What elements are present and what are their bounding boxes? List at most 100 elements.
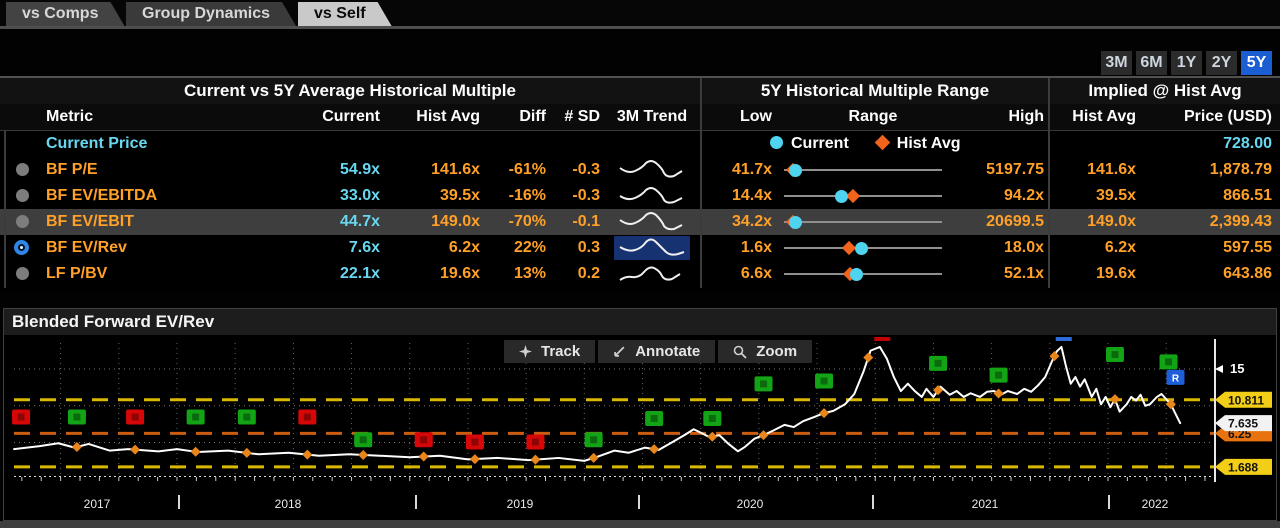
- tab-vs-comps[interactable]: vs Comps: [6, 2, 124, 26]
- high-value: 94.2x: [964, 183, 1048, 209]
- histavg-value: 19.6x: [386, 261, 486, 287]
- current-value: 7.6x: [298, 235, 386, 261]
- period-button-3m[interactable]: 3M: [1101, 51, 1132, 75]
- legend-current-label: Current: [791, 135, 849, 152]
- high-value: 18.0x: [964, 235, 1048, 261]
- col-header-3m-trend: 3M Trend: [604, 104, 700, 130]
- group-header-current-vs-avg: Current vs 5Y Average Historical Multipl…: [0, 78, 700, 104]
- zoom-button[interactable]: Zoom: [718, 340, 812, 363]
- table-row-bf-ev-ebit[interactable]: BF EV/EBIT 44.7x 149.0x -70% -0.1 34.2x …: [0, 209, 1280, 235]
- implied-histavg-value: 19.6x: [1048, 261, 1144, 287]
- current-value: 44.7x: [298, 209, 386, 235]
- tab-bar: vs Comps Group Dynamics vs Self: [0, 0, 1280, 29]
- svg-text:10.811: 10.811: [1228, 393, 1264, 407]
- current-value: 22.1x: [298, 261, 386, 287]
- x-label-2021: 2021: [972, 497, 999, 511]
- diff-value: -16%: [486, 183, 552, 209]
- table-group-headers: Current vs 5Y Average Historical Multipl…: [0, 78, 1280, 104]
- annotate-button[interactable]: Annotate: [598, 340, 715, 363]
- numsd-value: -0.3: [552, 183, 604, 209]
- range-legend: Current Hist Avg: [770, 131, 961, 157]
- low-value: 6.6x: [700, 261, 782, 287]
- track-button[interactable]: Track: [504, 340, 595, 363]
- annotate-icon: [613, 345, 626, 358]
- period-button-2y[interactable]: 2Y: [1206, 51, 1237, 75]
- diff-value: -61%: [486, 157, 552, 183]
- high-value: 5197.75: [964, 157, 1048, 183]
- metric-label: BF EV/EBIT: [42, 209, 298, 235]
- legend-current-dot-icon: [770, 136, 783, 149]
- trend-sparkline-selected: [604, 235, 700, 261]
- svg-text:1.688: 1.688: [1228, 460, 1258, 474]
- range-slider: [784, 183, 944, 209]
- histavg-value: 6.2x: [386, 235, 486, 261]
- current-marker: [789, 216, 802, 229]
- metric-label: BF P/E: [42, 157, 298, 183]
- legend-histavg-diamond-icon: [875, 135, 891, 151]
- high-value: 20699.5: [964, 209, 1048, 235]
- tab-group-dynamics[interactable]: Group Dynamics: [126, 2, 296, 26]
- metric-label: LF P/BV: [42, 261, 298, 287]
- radio-lf-p-bv[interactable]: [16, 267, 29, 280]
- svg-text:R: R: [1172, 373, 1180, 384]
- col-header-price-usd: Price (USD): [1144, 104, 1280, 130]
- legend-histavg-label: Hist Avg: [897, 135, 961, 152]
- table-row-bf-ev-rev[interactable]: BF EV/Rev 7.6x 6.2x 22% 0.3 1.6x 18.0x 6…: [0, 235, 1280, 261]
- trend-sparkline: [604, 261, 700, 287]
- col-header-implied-hist-avg: Hist Avg: [1048, 104, 1144, 130]
- table-left-border: [4, 130, 6, 288]
- period-button-1y[interactable]: 1Y: [1171, 51, 1202, 75]
- radio-bf-ev-ebit[interactable]: [16, 215, 29, 228]
- radio-bf-ev-rev-selected[interactable]: [14, 240, 29, 255]
- histavg-marker: [841, 241, 855, 255]
- col-header-range: Range: [782, 104, 964, 130]
- range-slider: [784, 209, 944, 235]
- table-section-divider: [700, 78, 702, 288]
- chart-x-axis: 2017 2018 2019 2020 2021 2022: [4, 497, 1274, 517]
- table-row-bf-pe[interactable]: BF P/E 54.9x 141.6x -61% -0.3 41.7x 5197…: [0, 157, 1280, 183]
- x-label-2018: 2018: [275, 497, 302, 511]
- table-row-bf-ev-ebitda[interactable]: BF EV/EBITDA 33.0x 39.5x -16% -0.3 14.4x…: [0, 183, 1280, 209]
- range-slider: [784, 157, 944, 183]
- implied-histavg-value: 6.2x: [1048, 235, 1144, 261]
- period-button-5y[interactable]: 5Y: [1241, 51, 1272, 75]
- col-header-hist-avg: Hist Avg: [386, 104, 486, 130]
- current-price-value: 728.00: [1144, 131, 1280, 157]
- tab-vs-self[interactable]: vs Self: [298, 2, 392, 26]
- chart-panel: Blended Forward EV/Rev Track Annotate Zo…: [3, 308, 1277, 521]
- radio-bf-ev-ebitda[interactable]: [16, 189, 29, 202]
- col-header-metric: Metric: [42, 104, 298, 130]
- high-value: 52.1x: [964, 261, 1048, 287]
- trend-sparkline: [604, 209, 700, 235]
- metric-label: BF EV/EBITDA: [42, 183, 298, 209]
- low-value: 34.2x: [700, 209, 782, 235]
- diff-value: 13%: [486, 261, 552, 287]
- current-value: 33.0x: [298, 183, 386, 209]
- x-label-2022: 2022: [1142, 497, 1169, 511]
- zoom-icon: [733, 345, 747, 359]
- col-header-num-sd: # SD: [552, 104, 604, 130]
- col-header-current: Current: [298, 104, 386, 130]
- terminal-screen: vs Comps Group Dynamics vs Self 3M 6M 1Y…: [0, 0, 1280, 528]
- implied-price-value: 866.51: [1144, 183, 1280, 209]
- group-header-range: 5Y Historical Multiple Range: [700, 78, 1048, 104]
- table-row-lf-p-bv[interactable]: LF P/BV 22.1x 19.6x 13% 0.2 6.6x 52.1x 1…: [0, 261, 1280, 287]
- histavg-value: 141.6x: [386, 157, 486, 183]
- radio-bf-pe[interactable]: [16, 163, 29, 176]
- current-marker: [835, 190, 848, 203]
- period-button-6m[interactable]: 6M: [1136, 51, 1167, 75]
- implied-price-value: 643.86: [1144, 261, 1280, 287]
- table-section-divider: [1048, 78, 1050, 288]
- x-label-2019: 2019: [507, 497, 534, 511]
- range-slider: [784, 261, 944, 287]
- implied-histavg-value: 141.6x: [1048, 157, 1144, 183]
- chart-title: Blended Forward EV/Rev: [4, 309, 1276, 335]
- implied-histavg-value: 39.5x: [1048, 183, 1144, 209]
- multiples-table: Current vs 5Y Average Historical Multipl…: [0, 76, 1280, 292]
- numsd-value: 0.3: [552, 235, 604, 261]
- low-value: 41.7x: [700, 157, 782, 183]
- current-value: 54.9x: [298, 157, 386, 183]
- group-header-implied: Implied @ Hist Avg: [1048, 78, 1280, 104]
- col-header-diff: Diff: [486, 104, 552, 130]
- numsd-value: -0.1: [552, 209, 604, 235]
